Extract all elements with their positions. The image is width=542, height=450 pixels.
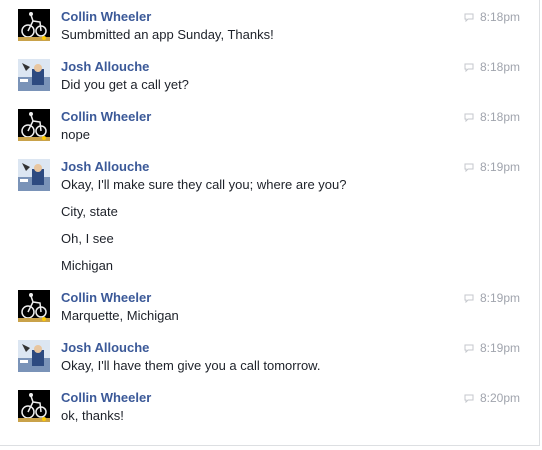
time-label: 8:19pm <box>479 160 520 174</box>
message-timestamp: 8:20pm <box>464 390 520 406</box>
time-label: 8:18pm <box>479 110 520 124</box>
sender-name[interactable]: Collin Wheeler <box>61 390 151 406</box>
sender-name[interactable]: Josh Allouche <box>61 59 149 75</box>
message-timestamp: 8:18pm <box>464 109 520 125</box>
message-timestamp: 8:18pm <box>464 9 520 25</box>
time-label: 8:18pm <box>479 60 520 74</box>
message-text: City, state <box>61 204 118 219</box>
sender-name[interactable]: Josh Allouche <box>61 340 149 356</box>
time-label: 8:19pm <box>479 291 520 305</box>
message-text: Okay, I'll have them give you a call tom… <box>61 358 321 373</box>
sender-name[interactable]: Josh Allouche <box>61 159 149 175</box>
message-timestamp: 8:19pm <box>464 290 520 306</box>
message-text: Oh, I see <box>61 231 114 246</box>
message-text: Marquette, Michigan <box>61 308 179 323</box>
collin-avatar[interactable] <box>18 9 50 41</box>
message-thread: Collin Wheeler 8:18pm Sumbmitted an app … <box>0 0 540 446</box>
chat-bubble-icon <box>464 163 474 172</box>
collin-avatar[interactable] <box>18 290 50 322</box>
chat-bubble-icon <box>464 344 474 353</box>
chat-bubble-icon <box>464 13 474 22</box>
collin-avatar[interactable] <box>18 109 50 141</box>
sender-name[interactable]: Collin Wheeler <box>61 109 151 125</box>
message-text: Did you get a call yet? <box>61 77 189 92</box>
time-label: 8:18pm <box>479 10 520 24</box>
chat-bubble-icon <box>464 394 474 403</box>
chat-bubble-icon <box>464 294 474 303</box>
collin-avatar[interactable] <box>18 390 50 422</box>
message-timestamp: 8:18pm <box>464 59 520 75</box>
message-text: nope <box>61 127 90 142</box>
message-timestamp: 8:19pm <box>464 340 520 356</box>
message-text: Michigan <box>61 258 114 273</box>
chat-bubble-icon <box>464 113 474 122</box>
message-text: Okay, I'll make sure they call you; wher… <box>61 177 347 192</box>
sender-name[interactable]: Collin Wheeler <box>61 290 151 306</box>
message-text: ok, thanks! <box>61 408 124 423</box>
sender-name[interactable]: Collin Wheeler <box>61 9 151 25</box>
message-timestamp: 8:19pm <box>464 159 520 175</box>
chat-bubble-icon <box>464 63 474 72</box>
josh-avatar[interactable] <box>18 159 50 191</box>
message-text: Sumbmitted an app Sunday, Thanks! <box>61 27 274 42</box>
time-label: 8:19pm <box>479 341 520 355</box>
time-label: 8:20pm <box>479 391 520 405</box>
josh-avatar[interactable] <box>18 340 50 372</box>
josh-avatar[interactable] <box>18 59 50 91</box>
